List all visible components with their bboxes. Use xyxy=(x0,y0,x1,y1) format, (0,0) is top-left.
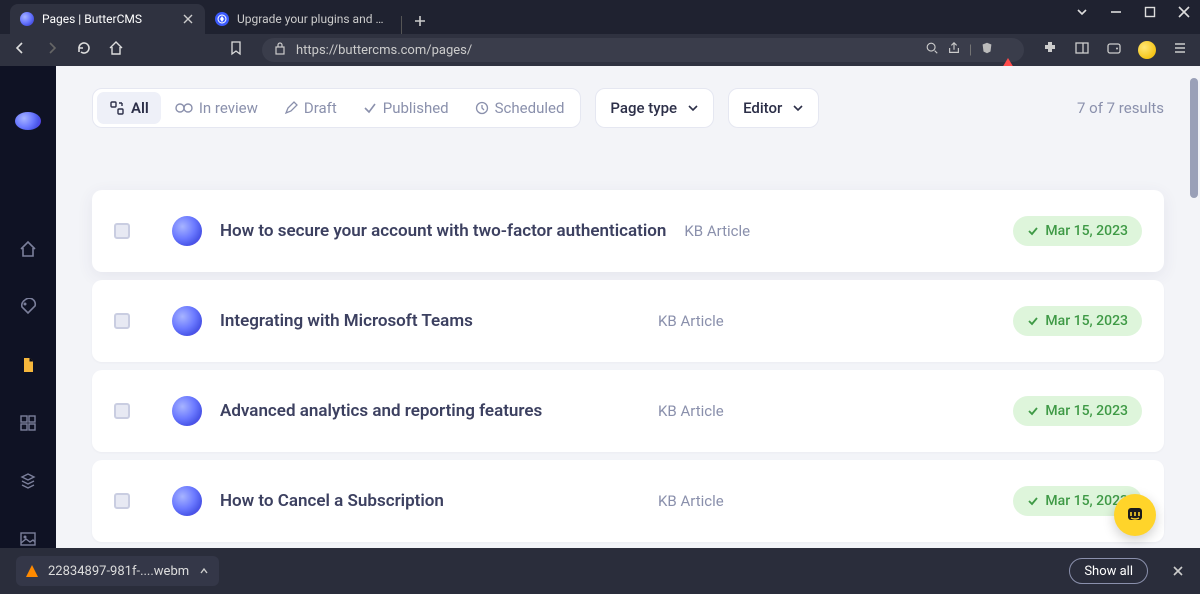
back-button[interactable] xyxy=(12,40,28,60)
download-chip[interactable]: 22834897-981f-....webm xyxy=(16,556,219,586)
sidebar-item-components[interactable] xyxy=(16,472,40,490)
row-checkbox[interactable] xyxy=(114,403,130,419)
tab-second[interactable]: Upgrade your plugins and maximize y xyxy=(205,4,400,34)
tab-favicon xyxy=(215,12,229,26)
vlc-icon xyxy=(26,565,38,577)
dropdown-label: Page type xyxy=(610,99,677,117)
row-category: KB Article xyxy=(658,402,995,420)
sidebar-item-collections[interactable] xyxy=(16,414,40,432)
window-close-button[interactable] xyxy=(1178,6,1190,18)
editor-dropdown[interactable]: Editor xyxy=(728,88,819,128)
scrollbar-thumb[interactable] xyxy=(1190,78,1198,198)
filter-scheduled[interactable]: Scheduled xyxy=(463,92,577,124)
row-title: Advanced analytics and reporting feature… xyxy=(220,401,640,421)
new-tab-button[interactable] xyxy=(407,8,433,34)
sidebar-item-home[interactable] xyxy=(16,240,40,258)
content-area: All In review Draft Published Scheduled xyxy=(56,66,1200,548)
page-row[interactable]: Integrating with Microsoft Teams KB Arti… xyxy=(92,280,1164,362)
filter-label: All xyxy=(131,99,149,117)
zoom-icon[interactable] xyxy=(925,41,939,59)
row-title: Integrating with Microsoft Teams xyxy=(220,311,640,331)
filter-label: Scheduled xyxy=(495,99,565,117)
tab-favicon xyxy=(20,12,34,26)
window-controls xyxy=(1076,6,1190,18)
filter-label: Published xyxy=(383,99,449,117)
profile-avatar[interactable] xyxy=(1138,41,1156,59)
tab-separator xyxy=(401,16,402,34)
intercom-launcher[interactable] xyxy=(1114,494,1156,536)
tab-label: Pages | ButterCMS xyxy=(42,12,173,26)
published-badge: Mar 15, 2023 xyxy=(1013,216,1142,246)
published-badge: Mar 15, 2023 xyxy=(1013,396,1142,426)
filter-label: In review xyxy=(199,99,258,117)
row-logo-icon xyxy=(172,486,202,516)
show-all-downloads-button[interactable]: Show all xyxy=(1069,558,1148,584)
filter-in-review[interactable]: In review xyxy=(163,92,270,124)
row-logo-icon xyxy=(172,216,202,246)
status-filter-group: All In review Draft Published Scheduled xyxy=(92,88,581,128)
results-count: 7 of 7 results xyxy=(1077,99,1164,117)
row-checkbox[interactable] xyxy=(114,493,130,509)
minimize-button[interactable] xyxy=(1110,6,1122,18)
maximize-button[interactable] xyxy=(1144,6,1156,18)
sidebar-item-pages[interactable] xyxy=(16,356,40,374)
row-category: KB Article xyxy=(684,222,995,240)
filter-draft[interactable]: Draft xyxy=(272,92,349,124)
lock-icon xyxy=(272,40,288,60)
close-tab-icon[interactable] xyxy=(181,12,195,26)
brave-shield-icon[interactable] xyxy=(980,41,994,59)
row-logo-icon xyxy=(172,396,202,426)
filter-published[interactable]: Published xyxy=(351,92,461,124)
filter-label: Draft xyxy=(304,99,337,117)
page-type-dropdown[interactable]: Page type xyxy=(595,88,714,128)
filter-all[interactable]: All xyxy=(97,92,161,124)
url-text: https://buttercms.com/pages/ xyxy=(296,43,917,58)
row-title: How to secure your account with two-fact… xyxy=(220,221,666,241)
download-bar: 22834897-981f-....webm Show all xyxy=(0,548,1200,594)
dropdown-label: Editor xyxy=(743,99,782,117)
reload-button[interactable] xyxy=(76,40,92,60)
row-category: KB Article xyxy=(658,312,995,330)
row-title: How to Cancel a Subscription xyxy=(220,491,640,511)
app-sidebar xyxy=(0,66,56,548)
page-row[interactable]: How to secure your account with two-fact… xyxy=(92,190,1164,272)
badge-date: Mar 15, 2023 xyxy=(1045,223,1128,239)
row-logo-icon xyxy=(172,306,202,336)
row-checkbox[interactable] xyxy=(114,223,130,239)
bookmark-icon[interactable] xyxy=(228,40,244,60)
home-button[interactable] xyxy=(108,40,124,60)
address-input[interactable]: https://buttercms.com/pages/ | xyxy=(262,38,1024,62)
page-row[interactable]: How to Cancel a Subscription KB Article … xyxy=(92,460,1164,542)
row-category: KB Article xyxy=(658,492,995,510)
sidebar-item-blog[interactable] xyxy=(16,298,40,316)
tab-label: Upgrade your plugins and maximize y xyxy=(237,12,390,26)
badge-date: Mar 15, 2023 xyxy=(1045,313,1128,329)
browser-addrbar: https://buttercms.com/pages/ | xyxy=(0,34,1200,66)
extensions-icon[interactable] xyxy=(1042,40,1058,60)
row-checkbox[interactable] xyxy=(114,313,130,329)
forward-button[interactable] xyxy=(44,40,60,60)
wallet-icon[interactable] xyxy=(1106,40,1122,60)
download-filename: 22834897-981f-....webm xyxy=(48,564,189,579)
download-bar-close[interactable] xyxy=(1172,562,1184,581)
menu-icon[interactable] xyxy=(1172,40,1188,60)
warning-icon[interactable] xyxy=(1002,43,1014,58)
share-icon[interactable] xyxy=(947,41,961,59)
published-badge: Mar 15, 2023 xyxy=(1013,306,1142,336)
butter-logo[interactable] xyxy=(15,112,41,130)
sidebar-item-media[interactable] xyxy=(16,530,40,548)
browser-titlebar: Pages | ButterCMS Upgrade your plugins a… xyxy=(0,0,1200,34)
chevron-up-icon[interactable] xyxy=(199,566,209,576)
chevron-down-icon[interactable] xyxy=(1076,6,1088,18)
page-list: How to secure your account with two-fact… xyxy=(92,190,1164,542)
filter-row: All In review Draft Published Scheduled xyxy=(92,88,1164,128)
page-row[interactable]: Advanced analytics and reporting feature… xyxy=(92,370,1164,452)
sidepanel-icon[interactable] xyxy=(1074,40,1090,60)
badge-date: Mar 15, 2023 xyxy=(1045,403,1128,419)
tab-active[interactable]: Pages | ButterCMS xyxy=(10,4,205,34)
